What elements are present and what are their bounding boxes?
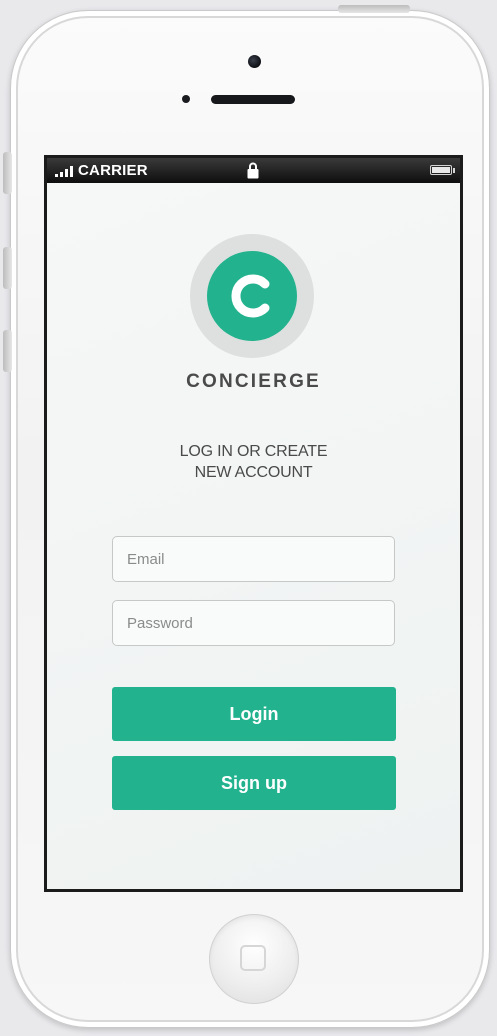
- app-screen: CARRIER CONCIERGE LOG IN OR CREATE NEW A…: [47, 158, 460, 889]
- power-button: [338, 5, 410, 13]
- home-square-icon: [240, 945, 266, 971]
- phone-screen: CARRIER CONCIERGE LOG IN OR CREATE NEW A…: [44, 155, 463, 892]
- sign-up-button[interactable]: Sign up: [112, 756, 396, 810]
- status-bar: CARRIER: [47, 158, 460, 183]
- password-field[interactable]: [112, 600, 395, 646]
- volume-down-button: [3, 330, 12, 372]
- page-title-line-2: NEW ACCOUNT: [194, 464, 313, 481]
- mute-switch: [3, 152, 12, 194]
- logo-letter-c: [231, 274, 270, 318]
- home-button-icon[interactable]: [209, 914, 299, 1004]
- volume-up-button: [3, 247, 12, 289]
- login-button[interactable]: Login: [112, 687, 396, 741]
- proximity-sensor-icon: [182, 95, 190, 103]
- concierge-logo-icon: [207, 251, 297, 341]
- email-field[interactable]: [112, 536, 395, 582]
- page-title: LOG IN OR CREATE NEW ACCOUNT: [47, 441, 460, 483]
- earpiece-speaker-icon: [211, 95, 295, 104]
- battery-icon: [430, 165, 455, 175]
- signal-bars-icon: [55, 166, 73, 177]
- page-title-line-1: LOG IN OR CREATE: [179, 443, 328, 460]
- front-camera-icon: [248, 55, 261, 68]
- lock-icon: [247, 162, 259, 179]
- carrier-label: CARRIER: [78, 162, 148, 179]
- app-name: CONCIERGE: [186, 371, 321, 392]
